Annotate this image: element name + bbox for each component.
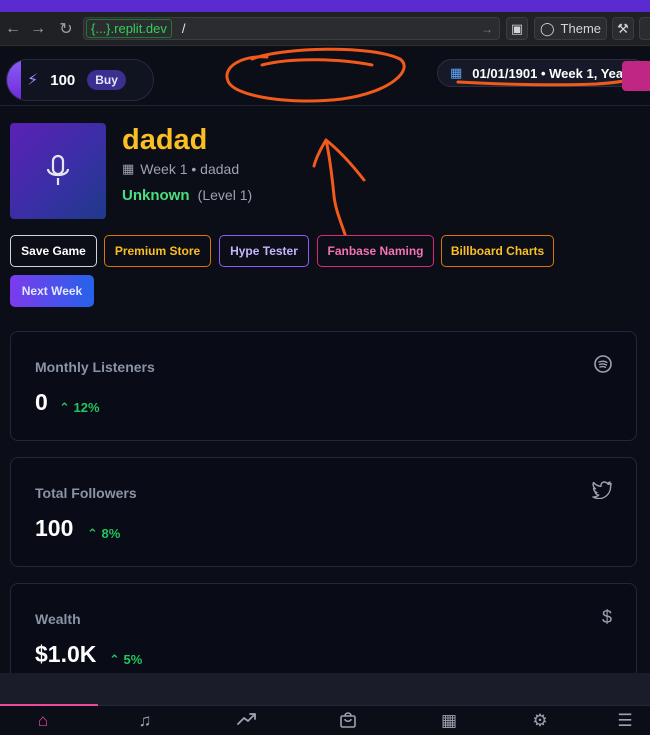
- stat-change-value: 5%: [123, 652, 143, 667]
- rank-name: Unknown: [122, 187, 190, 204]
- nav-active-indicator: [0, 704, 98, 706]
- stat-card-monthly-listeners: Monthly Listeners 0 ⌃ 12%: [10, 331, 637, 441]
- spotify-icon: [594, 355, 612, 378]
- address-bar[interactable]: {...}.replit.dev / →: [83, 17, 500, 40]
- stat-change: ⌃ 5%: [109, 652, 142, 668]
- scribble-annotation: [225, 47, 406, 103]
- browser-toolbar: ← → ↻ {...}.replit.dev / → ▣ ◯ Theme ⚒: [0, 12, 650, 46]
- artist-rank: Unknown (Level 1): [122, 187, 252, 204]
- stat-value: 100: [35, 515, 74, 541]
- hype-tester-button[interactable]: Hype Tester: [219, 235, 309, 267]
- stat-value: 0: [35, 389, 48, 415]
- artist-name: dadad: [122, 124, 208, 156]
- url-host: {...}.replit.dev: [86, 19, 172, 38]
- shop-bag-icon[interactable]: [336, 711, 360, 734]
- trend-up-icon: ⌃: [59, 400, 70, 415]
- go-arrow-icon[interactable]: →: [481, 22, 493, 36]
- date-underline-annotation: [456, 78, 630, 87]
- theme-button[interactable]: ◯ Theme: [534, 17, 607, 40]
- artist-meta: ▦ Week 1 • dadad: [122, 161, 239, 177]
- stat-change-value: 12%: [73, 400, 100, 415]
- artist-avatar[interactable]: [10, 123, 106, 219]
- extra-button[interactable]: [639, 17, 650, 40]
- stat-card-total-followers: Total Followers 100 ⌃ 8%: [10, 457, 637, 567]
- artist-meta-text: Week 1 • dadad: [140, 161, 240, 177]
- home-icon[interactable]: ⌂: [31, 711, 55, 731]
- calendar-small-icon: ▦: [122, 161, 135, 176]
- tools-button[interactable]: ⚒: [612, 17, 634, 40]
- stat-change: ⌃ 12%: [59, 400, 100, 416]
- url-path: /: [181, 21, 186, 36]
- back-icon[interactable]: ←: [0, 16, 26, 42]
- music-icon[interactable]: ♫: [133, 711, 157, 731]
- save-game-button[interactable]: Save Game: [10, 235, 97, 267]
- buy-button[interactable]: Buy: [87, 70, 126, 90]
- microphone-icon: [46, 154, 70, 185]
- energy-accent: [7, 60, 21, 100]
- theme-label: Theme: [560, 21, 602, 36]
- billboard-charts-button[interactable]: Billboard Charts: [441, 235, 554, 267]
- stat-title: Wealth: [35, 611, 81, 627]
- stat-value: $1.0K: [35, 641, 97, 667]
- trend-up-icon: ⌃: [109, 652, 120, 667]
- menu-icon[interactable]: ☰: [613, 711, 637, 731]
- stat-change: ⌃ 8%: [87, 526, 120, 542]
- browser-top-strip: [0, 0, 650, 12]
- trending-icon[interactable]: [235, 711, 259, 731]
- energy-pill: ⚡︎ 100 Buy: [6, 59, 154, 101]
- calendar-icon[interactable]: ▦: [437, 711, 461, 731]
- rank-level: (Level 1): [197, 187, 253, 203]
- energy-value: 100: [50, 71, 76, 89]
- forward-icon[interactable]: →: [25, 16, 51, 42]
- fanbase-naming-button[interactable]: Fanbase Naming: [317, 235, 434, 267]
- app-header: ⚡︎ 100 Buy ▦ 01/01/1901 • Week 1, Year 1: [0, 47, 650, 106]
- bottom-shade: [0, 673, 650, 705]
- stat-title: Monthly Listeners: [35, 359, 155, 375]
- stat-title: Total Followers: [35, 485, 137, 501]
- stat-change-value: 8%: [101, 526, 121, 541]
- next-week-button[interactable]: Next Week: [10, 275, 94, 307]
- palette-icon: ◯: [539, 20, 555, 36]
- premium-store-button[interactable]: Premium Store: [104, 235, 211, 267]
- settings-icon[interactable]: ⚙: [528, 711, 552, 731]
- lightning-icon: ⚡︎: [27, 72, 39, 89]
- bottom-nav: ⌂ ♫ ▦ ⚙ ☰: [0, 704, 650, 735]
- reload-icon[interactable]: ↻: [53, 16, 79, 42]
- trend-up-icon: ⌃: [87, 526, 98, 541]
- header-edge-button[interactable]: [622, 61, 650, 91]
- dollar-icon: $: [601, 607, 612, 627]
- twitter-icon: [592, 481, 612, 504]
- devices-button[interactable]: ▣: [506, 17, 528, 40]
